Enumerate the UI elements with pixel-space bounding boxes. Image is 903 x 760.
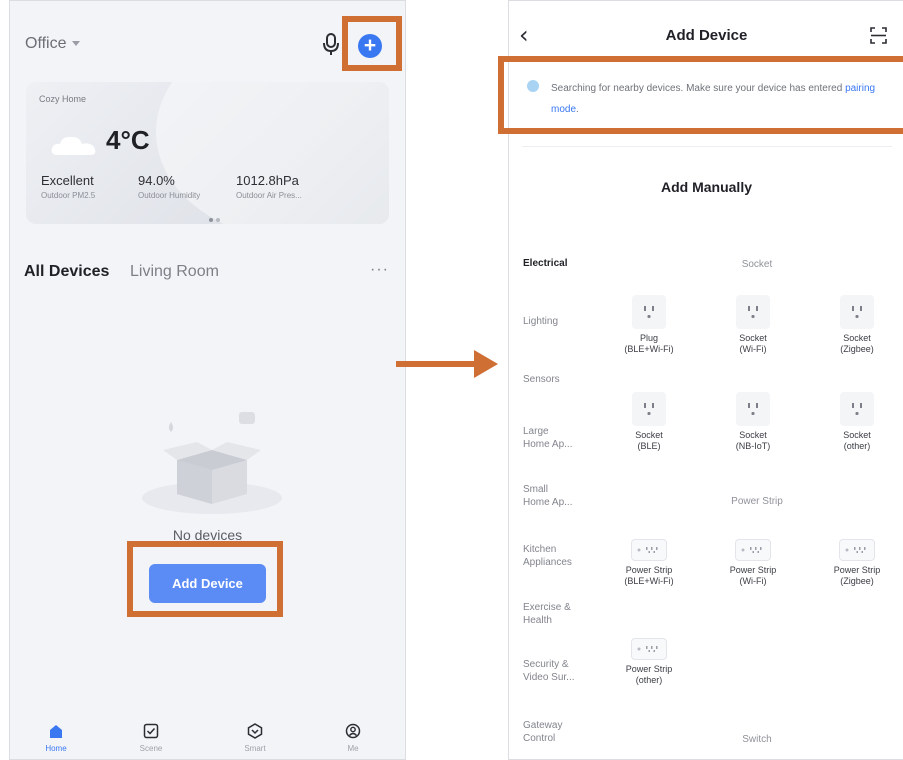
device-power-strip-other[interactable]: Power Strip (other) [604, 638, 694, 686]
device-label: Power Strip (other) [625, 664, 673, 685]
page-title: Add Device [665, 27, 748, 44]
power-strip-icon [631, 539, 667, 561]
category-lighting[interactable]: Lighting [523, 315, 595, 328]
home-selector[interactable]: Office [25, 35, 80, 53]
power-strip-icon [839, 539, 875, 561]
stat-value: Excellent [41, 173, 94, 188]
stat-label: Outdoor Humidity [138, 191, 201, 200]
device-power-strip-zigbee[interactable]: Power Strip (Zigbee) [812, 539, 902, 587]
nav-smart[interactable]: Smart [225, 723, 285, 753]
stat-air-pressure: 1012.8hPa Outdoor Air Pres... [236, 173, 302, 200]
tab-all-devices[interactable]: All Devices [24, 263, 109, 281]
device-socket-nb-iot[interactable]: Socket (NB-IoT) [708, 392, 798, 452]
empty-box-illustration [142, 412, 282, 514]
section-switch: Switch [742, 734, 772, 745]
highlight-search-banner [498, 56, 903, 134]
nav-home[interactable]: Home [26, 723, 86, 753]
nav-label: Scene [139, 744, 163, 753]
device-label: Socket (other) [843, 430, 871, 451]
device-label: Socket (BLE) [635, 430, 663, 451]
socket-icon [736, 392, 770, 426]
scan-icon[interactable] [870, 27, 887, 44]
room-tabs: All Devices Living Room ··· [24, 261, 394, 283]
device-socket-wifi[interactable]: Socket (Wi-Fi) [708, 295, 798, 355]
power-strip-icon [631, 638, 667, 660]
device-label: Plug (BLE+Wi-Fi) [624, 333, 674, 354]
socket-icon [632, 392, 666, 426]
device-power-strip-wifi[interactable]: Power Strip (Wi-Fi) [708, 539, 798, 587]
device-plug-ble-wifi[interactable]: Plug (BLE+Wi-Fi) [604, 295, 694, 355]
card-decoration [156, 82, 389, 224]
device-label: Socket (Wi-Fi) [739, 333, 767, 354]
category-small-home-appliances[interactable]: Small Home Ap... [523, 483, 595, 509]
home-screen: Office + Cozy Home 4°C Excellent Outdoor… [9, 0, 406, 760]
flow-arrow-line [396, 361, 476, 367]
socket-icon [632, 295, 666, 329]
divider [522, 146, 892, 147]
weather-card[interactable]: Cozy Home 4°C Excellent Outdoor PM2.5 94… [26, 82, 389, 224]
category-electrical[interactable]: Electrical [523, 257, 595, 270]
add-manually-heading: Add Manually [660, 179, 752, 195]
stat-label: Outdoor PM2.5 [41, 191, 96, 200]
bottom-nav: Home Scene Smart Me [10, 717, 405, 759]
device-label: Power Strip (Wi-Fi) [729, 565, 777, 586]
device-label: Power Strip (BLE+Wi-Fi) [624, 565, 674, 586]
device-label: Socket (Zigbee) [840, 333, 874, 354]
page-indicator [209, 209, 223, 224]
nav-label: Smart [244, 744, 266, 753]
device-socket-zigbee[interactable]: Socket (Zigbee) [812, 295, 902, 355]
home-label: Cozy Home [39, 94, 87, 104]
highlight-add-device-button [127, 541, 283, 617]
device-socket-ble[interactable]: Socket (BLE) [604, 392, 694, 452]
socket-icon [736, 295, 770, 329]
highlight-plus-button [342, 16, 402, 71]
home-icon [50, 725, 62, 738]
stat-value: 94.0% [138, 173, 175, 188]
socket-icon [840, 392, 874, 426]
nav-label: Home [45, 744, 67, 753]
device-label: Power Strip (Zigbee) [833, 565, 881, 586]
stat-humidity: 94.0% Outdoor Humidity [138, 173, 200, 200]
more-icon[interactable]: ··· [370, 261, 389, 279]
stat-value: 1012.8hPa [236, 173, 299, 188]
tab-living-room[interactable]: Living Room [130, 263, 219, 281]
category-security-video[interactable]: Security & Video Sur... [523, 658, 595, 684]
category-exercise-health[interactable]: Exercise & Health [523, 601, 595, 627]
nav-scene[interactable]: Scene [121, 723, 181, 753]
device-socket-other[interactable]: Socket (other) [812, 392, 902, 452]
arrow-right-icon [474, 350, 498, 378]
device-label: Socket (NB-IoT) [735, 430, 771, 451]
category-kitchen-appliances[interactable]: Kitchen Appliances [523, 543, 595, 569]
smart-icon [247, 723, 263, 739]
power-strip-icon [735, 539, 771, 561]
microphone-icon[interactable] [320, 31, 342, 57]
nav-me[interactable]: Me [323, 723, 383, 753]
stat-label: Outdoor Air Pres... [236, 191, 302, 200]
section-socket: Socket [741, 259, 773, 270]
category-sensors[interactable]: Sensors [523, 373, 595, 386]
cloud-icon [51, 136, 96, 155]
nav-label: Me [347, 744, 359, 753]
category-large-home-appliances[interactable]: Large Home Ap... [523, 425, 595, 451]
scene-icon [143, 723, 159, 739]
home-name-label: Office [25, 35, 67, 52]
stat-pm25: Excellent Outdoor PM2.5 [41, 173, 95, 200]
caret-down-icon [71, 41, 80, 47]
category-gateway-control[interactable]: Gateway Control [523, 719, 595, 745]
socket-icon [840, 295, 874, 329]
temperature: 4°C [106, 125, 150, 155]
device-power-strip-ble-wifi[interactable]: Power Strip (BLE+Wi-Fi) [604, 539, 694, 587]
tutorial-stage: Office + Cozy Home 4°C Excellent Outdoor… [0, 0, 903, 760]
section-power-strip: Power Strip [731, 496, 783, 507]
me-icon [345, 723, 361, 739]
